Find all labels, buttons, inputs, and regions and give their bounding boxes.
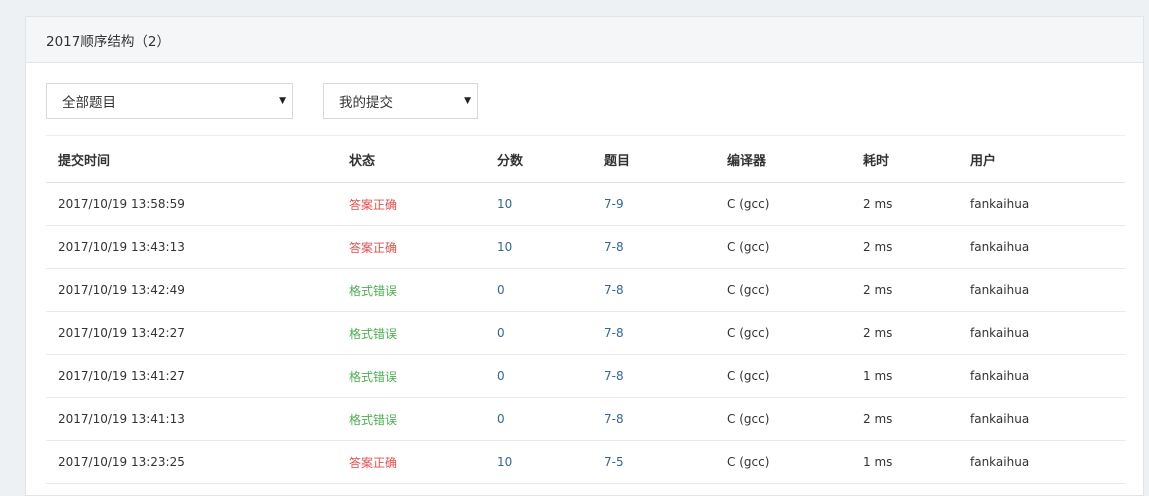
cell-status-link[interactable]: 答案正确 bbox=[349, 198, 397, 212]
scope-filter-select[interactable]: 我的提交 ▼ bbox=[323, 83, 478, 119]
cell-score-link[interactable]: 10 bbox=[497, 240, 512, 254]
header-time: 提交时间 bbox=[46, 135, 349, 183]
header-compiler: 编译器 bbox=[727, 135, 863, 183]
cell-compiler: C (gcc) bbox=[727, 225, 863, 269]
cell-cost: 2 ms bbox=[863, 225, 970, 269]
cell-compiler: C (gcc) bbox=[727, 182, 863, 226]
caret-down-icon: ▼ bbox=[279, 96, 286, 106]
cell-problem-link[interactable]: 7-8 bbox=[604, 412, 624, 426]
cell-problem-link[interactable]: 7-8 bbox=[604, 369, 624, 383]
cell-user: fankaihua bbox=[970, 182, 1125, 226]
cell-time: 2017/10/19 13:41:27 bbox=[46, 354, 349, 398]
cell-cost: 1 ms bbox=[863, 440, 970, 484]
submissions-table-wrap: 提交时间 状态 分数 题目 编译器 耗时 用户 2017/10/19 13:58… bbox=[46, 135, 1125, 484]
cell-compiler: C (gcc) bbox=[727, 268, 863, 312]
cell-status-link[interactable]: 格式错误 bbox=[349, 284, 397, 298]
cell-compiler: C (gcc) bbox=[727, 397, 863, 441]
cell-problem-link[interactable]: 7-8 bbox=[604, 326, 624, 340]
table-row: 2017/10/19 13:58:59 答案正确 10 7-9 C (gcc) … bbox=[46, 182, 1125, 226]
cell-score-link[interactable]: 0 bbox=[497, 326, 505, 340]
cell-score-link[interactable]: 10 bbox=[497, 455, 512, 469]
table-row: 2017/10/19 13:43:13 答案正确 10 7-8 C (gcc) … bbox=[46, 225, 1125, 269]
cell-status-link[interactable]: 答案正确 bbox=[349, 456, 397, 470]
cell-time: 2017/10/19 13:41:13 bbox=[46, 397, 349, 441]
problem-filter-select[interactable]: 全部题目 ▼ bbox=[46, 83, 293, 119]
cell-compiler: C (gcc) bbox=[727, 354, 863, 398]
cell-compiler: C (gcc) bbox=[727, 440, 863, 484]
cell-user: fankaihua bbox=[970, 311, 1125, 355]
header-status: 状态 bbox=[349, 135, 497, 183]
cell-status-link[interactable]: 格式错误 bbox=[349, 413, 397, 427]
cell-user: fankaihua bbox=[970, 397, 1125, 441]
cell-problem-link[interactable]: 7-8 bbox=[604, 283, 624, 297]
cell-cost: 2 ms bbox=[863, 311, 970, 355]
table-header: 提交时间 状态 分数 题目 编译器 耗时 用户 bbox=[46, 135, 1125, 183]
cell-score-link[interactable]: 0 bbox=[497, 283, 505, 297]
cell-user: fankaihua bbox=[970, 354, 1125, 398]
panel-header: 2017顺序结构（2） bbox=[26, 17, 1143, 63]
cell-cost: 2 ms bbox=[863, 397, 970, 441]
submissions-panel: 2017顺序结构（2） 全部题目 ▼ 我的提交 ▼ 提交时间 状态 分数 题目 … bbox=[25, 16, 1144, 496]
header-score: 分数 bbox=[497, 135, 604, 183]
cell-problem-link[interactable]: 7-9 bbox=[604, 197, 624, 211]
table-row: 2017/10/19 13:42:27 格式错误 0 7-8 C (gcc) 2… bbox=[46, 311, 1125, 355]
cell-time: 2017/10/19 13:43:13 bbox=[46, 225, 349, 269]
table-row: 2017/10/19 13:23:25 答案正确 10 7-5 C (gcc) … bbox=[46, 440, 1125, 484]
cell-score-link[interactable]: 10 bbox=[497, 197, 512, 211]
cell-status-link[interactable]: 格式错误 bbox=[349, 327, 397, 341]
table-row: 2017/10/19 13:41:27 格式错误 0 7-8 C (gcc) 1… bbox=[46, 354, 1125, 398]
problem-filter-value: 全部题目 bbox=[62, 95, 116, 111]
cell-problem-link[interactable]: 7-5 bbox=[604, 455, 624, 469]
table-body: 2017/10/19 13:58:59 答案正确 10 7-9 C (gcc) … bbox=[46, 182, 1125, 484]
header-user: 用户 bbox=[970, 135, 1125, 183]
cell-score-link[interactable]: 0 bbox=[497, 369, 505, 383]
filter-bar: 全部题目 ▼ 我的提交 ▼ bbox=[46, 83, 478, 119]
cell-user: fankaihua bbox=[970, 268, 1125, 312]
cell-user: fankaihua bbox=[970, 440, 1125, 484]
cell-time: 2017/10/19 13:58:59 bbox=[46, 182, 349, 226]
cell-score-link[interactable]: 0 bbox=[497, 412, 505, 426]
scope-filter-value: 我的提交 bbox=[339, 95, 393, 111]
cell-cost: 2 ms bbox=[863, 268, 970, 312]
cell-problem-link[interactable]: 7-8 bbox=[604, 240, 624, 254]
cell-status-link[interactable]: 答案正确 bbox=[349, 241, 397, 255]
cell-time: 2017/10/19 13:42:49 bbox=[46, 268, 349, 312]
table-row: 2017/10/19 13:42:49 格式错误 0 7-8 C (gcc) 2… bbox=[46, 268, 1125, 312]
submissions-table: 提交时间 状态 分数 题目 编译器 耗时 用户 2017/10/19 13:58… bbox=[46, 135, 1125, 484]
header-problem: 题目 bbox=[604, 135, 727, 183]
table-row: 2017/10/19 13:41:13 格式错误 0 7-8 C (gcc) 2… bbox=[46, 397, 1125, 441]
caret-down-icon: ▼ bbox=[464, 96, 471, 106]
cell-cost: 2 ms bbox=[863, 182, 970, 226]
panel-title: 2017顺序结构（2） bbox=[46, 33, 170, 50]
cell-status-link[interactable]: 格式错误 bbox=[349, 370, 397, 384]
cell-user: fankaihua bbox=[970, 225, 1125, 269]
cell-time: 2017/10/19 13:23:25 bbox=[46, 440, 349, 484]
cell-cost: 1 ms bbox=[863, 354, 970, 398]
header-cost: 耗时 bbox=[863, 135, 970, 183]
table-header-row: 提交时间 状态 分数 题目 编译器 耗时 用户 bbox=[46, 135, 1125, 183]
cell-time: 2017/10/19 13:42:27 bbox=[46, 311, 349, 355]
cell-compiler: C (gcc) bbox=[727, 311, 863, 355]
